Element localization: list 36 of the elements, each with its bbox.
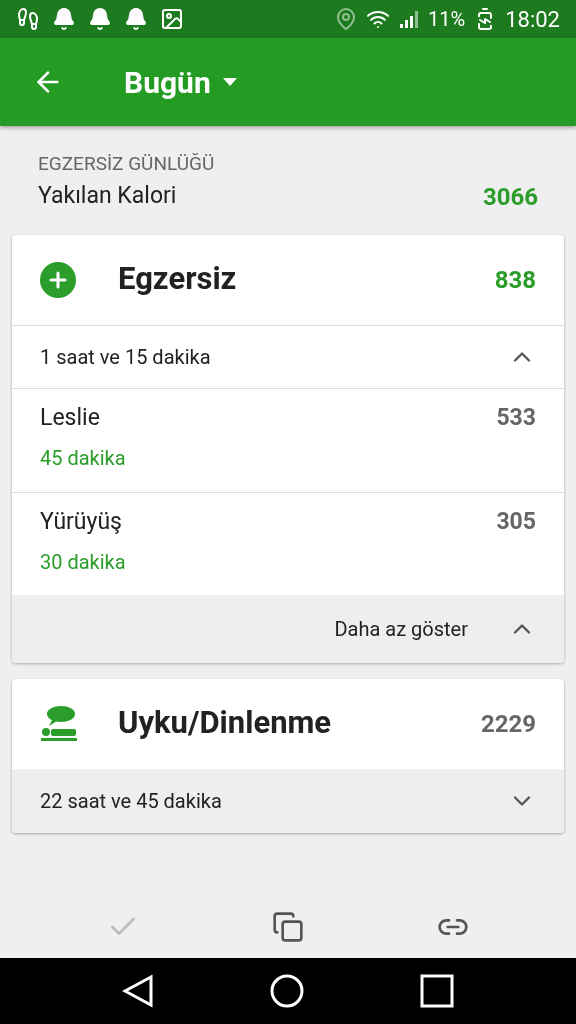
exercise-entry[interactable]: Yürüyüş 30 dakika 305	[12, 491, 564, 595]
calories-total: 3066	[482, 181, 538, 213]
category-title: Uyku/Dinlenme	[118, 703, 333, 744]
category-calories: 838	[494, 264, 536, 296]
date-dropdown[interactable]: Bugün	[124, 59, 237, 105]
category-title: Egzersiz	[118, 259, 238, 300]
plus-icon[interactable]	[40, 261, 76, 298]
duration-row[interactable]: 1 saat ve 15 dakika	[12, 324, 564, 389]
exercise-entry[interactable]: Leslie 45 dakika 533	[12, 388, 564, 492]
section-heading: EGZERSİZ GÜNLÜĞÜ	[38, 151, 216, 177]
exercise-calories: 533	[496, 402, 536, 433]
duration-text: 22 saat ve 45 dakika	[40, 787, 222, 815]
bell-icon	[124, 7, 148, 31]
show-less-button[interactable]: Daha az göster	[12, 594, 564, 663]
sleeping-person-icon	[40, 704, 78, 743]
bell-icon	[88, 7, 112, 31]
duration-row[interactable]: 22 saat ve 45 dakika	[12, 768, 564, 833]
exercise-name: Leslie	[40, 402, 101, 433]
exercise-name: Yürüyüş	[40, 506, 123, 537]
exercise-calories: 305	[496, 506, 536, 537]
back-icon[interactable]	[122, 974, 154, 1008]
clock: 18:02	[505, 5, 560, 34]
exercise-duration: 45 dakika	[40, 445, 126, 472]
exercise-duration: 30 dakika	[40, 549, 126, 576]
home-icon[interactable]	[270, 974, 304, 1008]
footprints-icon	[16, 7, 40, 31]
calories-label: Yakılan Kalori	[38, 181, 177, 212]
dropdown-caret-icon	[222, 78, 237, 86]
bell-icon	[52, 7, 76, 31]
copy-icon[interactable]	[272, 911, 304, 943]
recent-apps-icon[interactable]	[420, 974, 454, 1008]
duration-text: 1 saat ve 15 dakika	[40, 343, 211, 371]
signal-icon	[398, 8, 421, 30]
image-icon	[160, 7, 184, 31]
category-calories: 2229	[480, 708, 536, 740]
battery-percent: 11%	[428, 6, 466, 33]
